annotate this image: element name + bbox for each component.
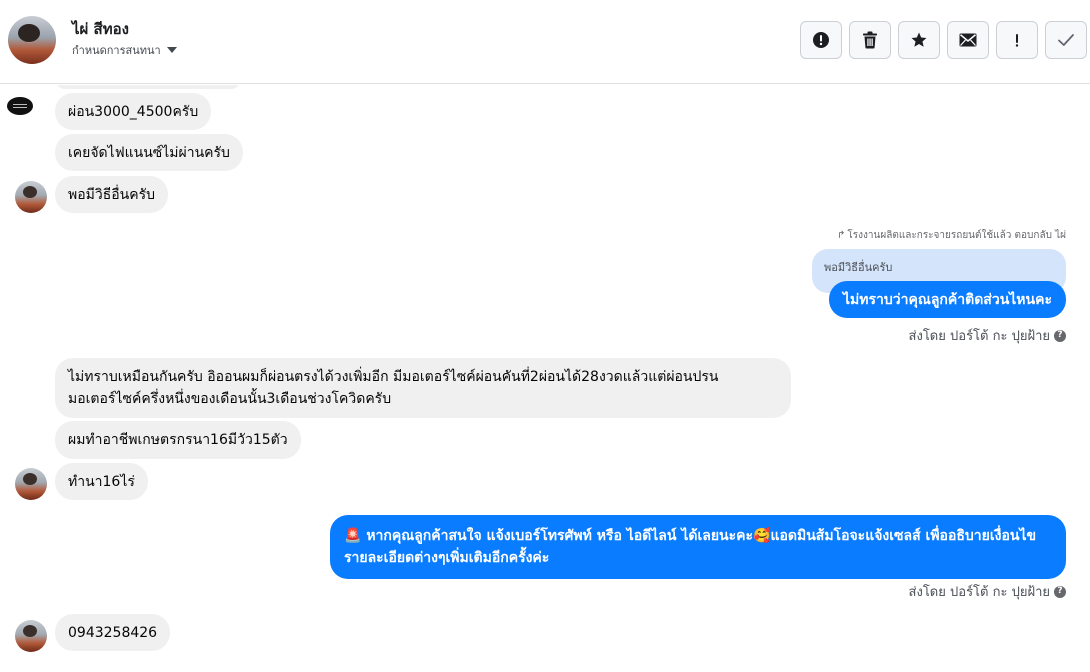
help-icon[interactable]: ? [1054, 585, 1066, 598]
exclamation-icon [1015, 34, 1019, 47]
envelope-icon [959, 33, 977, 47]
message-text: ทำนา16ไร่ [68, 473, 135, 490]
incoming-message[interactable]: 0943258426 [55, 614, 171, 651]
help-icon[interactable]: ? [1054, 329, 1066, 342]
alert-circle-icon [813, 32, 829, 48]
outgoing-message[interactable]: ไม่ทราบว่าคุณลูกค้าติดส่วนไหนคะ [828, 281, 1066, 318]
message-text: ไม่ทราบว่าคุณลูกค้าติดส่วนไหนคะ [842, 291, 1052, 308]
message-text: ผ่อน3000_4500ครับ [68, 103, 199, 120]
contact-avatar [15, 181, 47, 213]
reply-arrow-icon: ↱ [836, 230, 846, 241]
message-text: หากคุณลูกค้าสนใจ แจ้งเบอร์โทรศัพท์ หรือ … [366, 528, 754, 544]
message-text: ไม่ทราบเหมือนกันครับ อิออนผมก็ผ่อนตรงได้… [68, 369, 719, 407]
assign-conversation-label: กำหนดการสนทนา [72, 44, 161, 57]
smiling-face-emoji: 🥰 [753, 528, 771, 544]
contact-avatar[interactable] [8, 16, 56, 64]
contact-avatar [15, 468, 47, 500]
conversation-actions [800, 21, 1087, 59]
reply-indicator-text: โรงงานผลิตและกระจายรถยนต์ใช้แล้ว ตอบกลับ… [847, 230, 1066, 241]
assign-conversation-dropdown[interactable]: กำหนดการสนทนา [72, 41, 177, 59]
message-text: เคยจัดไฟแนนซ์ไม่ผ่านครับ [68, 144, 230, 161]
reply-indicator: ↱ โรงงานผลิตและกระจายรถยนต์ใช้แล้ว ตอบกล… [837, 228, 1066, 243]
sent-by-text: ส่งโดย ปอร์โต้ กะ ปุยฝ้าย [908, 585, 1050, 600]
message-text: ผมทำอาชีพเกษตรกรนา16มีวัว15ตัว [68, 432, 288, 448]
sent-by-text: ส่งโดย ปอร์โต้ กะ ปุยฝ้าย [908, 329, 1050, 344]
sent-by-label: ส่งโดย ปอร์โต้ กะ ปุยฝ้าย ? [909, 581, 1066, 602]
conversation-header: ไผ่ สีทอง กำหนดการสนทนา [0, 0, 1090, 84]
outgoing-message[interactable]: 🚨 หากคุณลูกค้าสนใจ แจ้งเบอร์โทรศัพท์ หรื… [330, 515, 1066, 579]
contact-name[interactable]: ไผ่ สีทอง [72, 17, 129, 41]
incoming-message[interactable]: ผมทำอาชีพเกษตรกรนา16มีวัว15ตัว [55, 421, 301, 459]
previous-message-bubble [55, 85, 241, 89]
caret-down-icon [166, 47, 177, 53]
follow-up-button[interactable] [996, 21, 1038, 59]
siren-emoji: 🚨 [344, 528, 362, 544]
star-button[interactable] [898, 21, 940, 59]
mark-unread-button[interactable] [947, 21, 989, 59]
delete-button[interactable] [849, 21, 891, 59]
message-thread[interactable]: ผ่อน3000_4500ครับ เคยจัดไฟแนนซ์ไม่ผ่านคร… [0, 85, 1090, 672]
contact-avatar [15, 620, 47, 652]
quoted-text: พอมีวิธีอื่นครับ [824, 261, 893, 274]
message-text: 0943258426 [68, 624, 158, 641]
sent-by-label: ส่งโดย ปอร์โต้ กะ ปุยฝ้าย ? [909, 325, 1066, 346]
incoming-message[interactable]: พอมีวิธีอื่นครับ [55, 176, 169, 213]
trash-icon [863, 31, 877, 49]
page-logo-avatar [7, 97, 33, 115]
message-text: พอมีวิธีอื่นครับ [68, 186, 156, 203]
incoming-message[interactable]: ไม่ทราบเหมือนกันครับ อิออนผมก็ผ่อนตรงได้… [55, 358, 791, 418]
mark-done-button[interactable] [1045, 21, 1087, 59]
mark-spam-button[interactable] [800, 21, 842, 59]
incoming-message[interactable]: ทำนา16ไร่ [55, 463, 148, 500]
checkmark-icon [1058, 34, 1074, 46]
incoming-message[interactable]: เคยจัดไฟแนนซ์ไม่ผ่านครับ [55, 134, 243, 171]
incoming-message[interactable]: ผ่อน3000_4500ครับ [55, 93, 212, 130]
star-icon [911, 32, 927, 47]
